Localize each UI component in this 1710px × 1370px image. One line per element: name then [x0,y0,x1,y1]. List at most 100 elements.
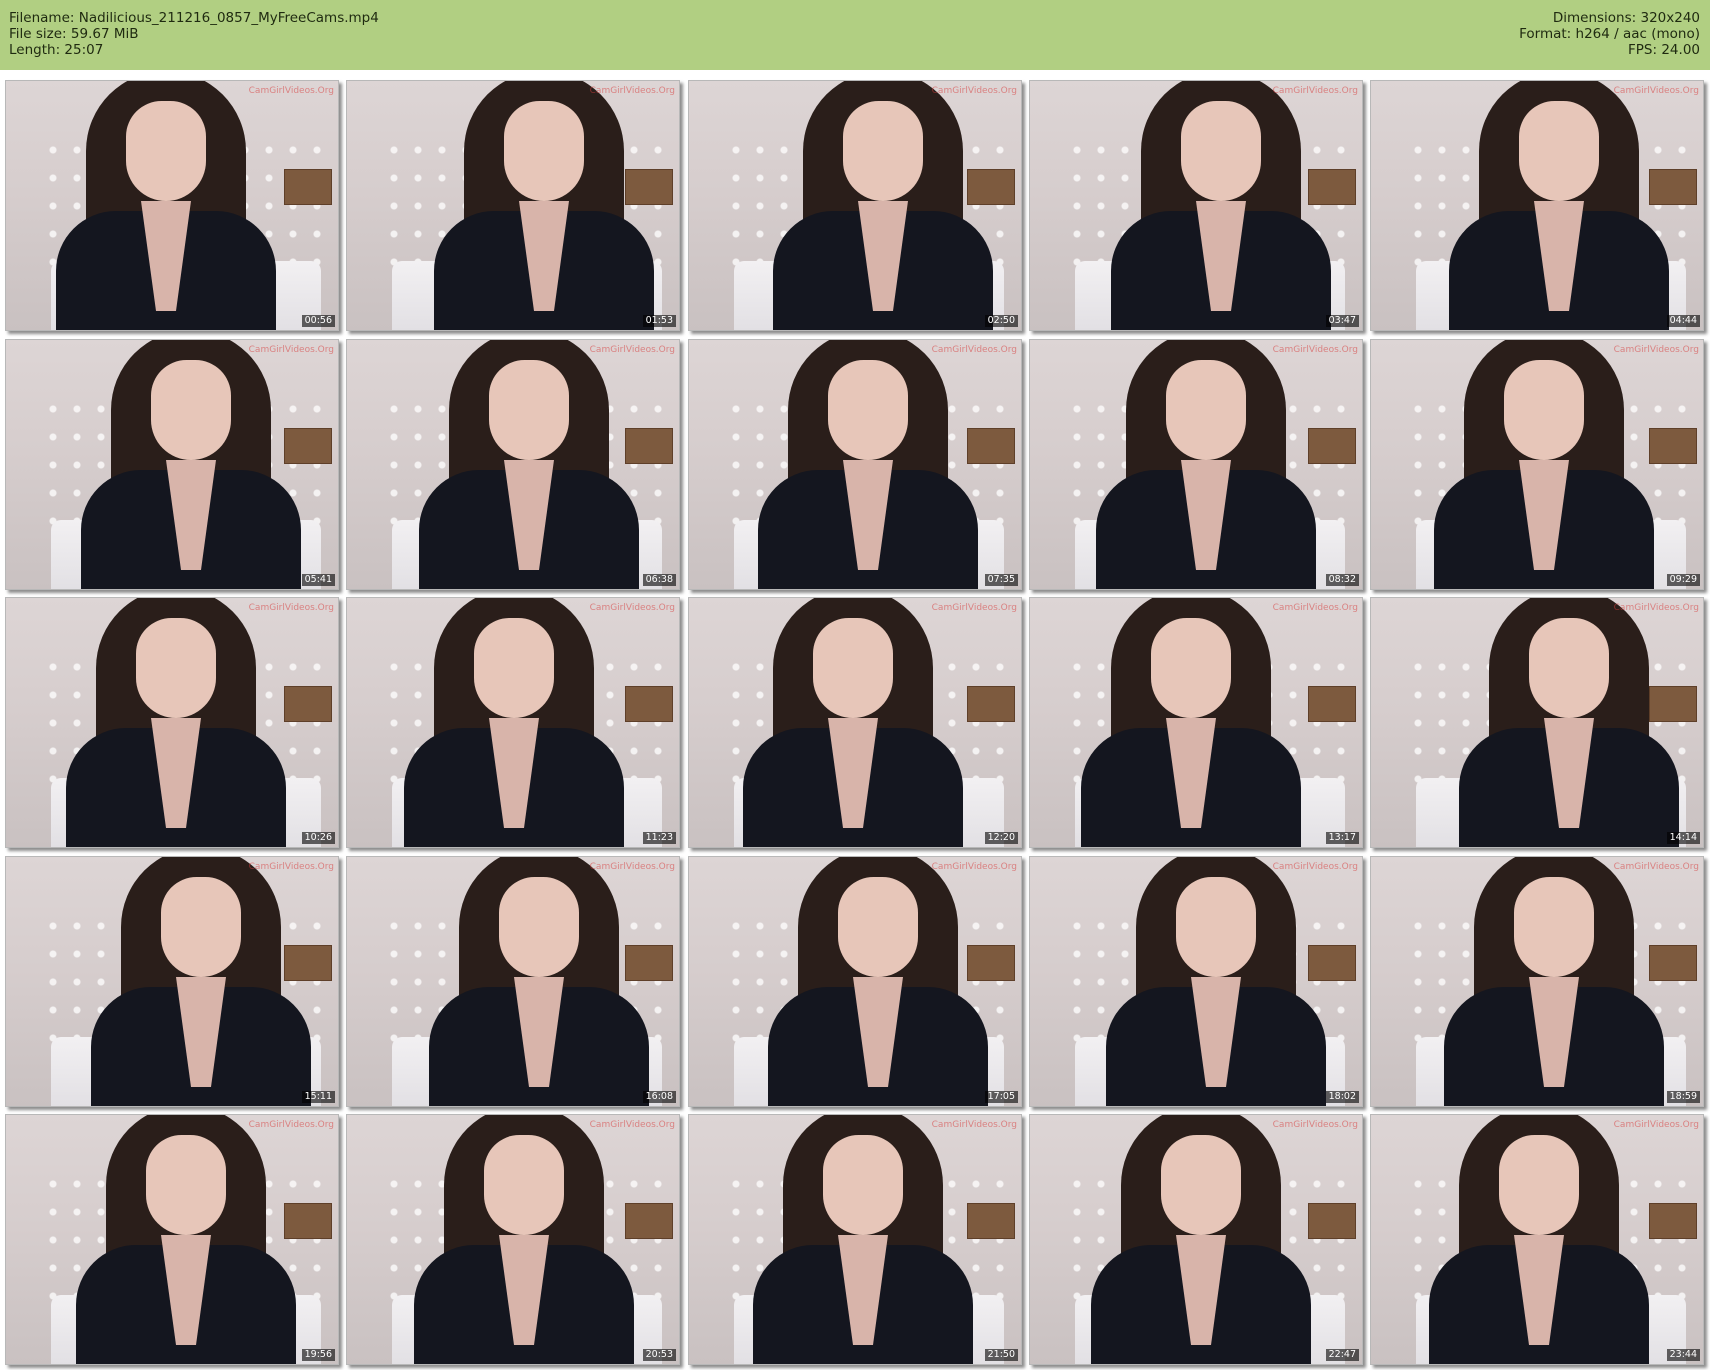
video-frame-thumbnail: CamGirlVideos.Org 05:41 [5,339,339,590]
video-frame-thumbnail: CamGirlVideos.Org 07:35 [688,339,1022,590]
face-shape [1499,1135,1579,1235]
frame-timestamp: 17:05 [984,1091,1018,1103]
watermark: CamGirlVideos.Org [589,862,675,872]
frame-timestamp: 11:23 [642,832,676,844]
filesize-text: File size: 59.67 MiB [9,26,139,42]
frame-timestamp: 03:47 [1325,315,1359,327]
person-figure [773,81,993,330]
wall-sign [1308,1203,1356,1239]
person-figure [758,340,978,589]
watermark: CamGirlVideos.Org [931,603,1017,613]
face-shape [1176,877,1256,977]
person-figure [414,1115,634,1364]
face-shape [489,360,569,460]
watermark: CamGirlVideos.Org [1613,345,1699,355]
wall-sign [284,428,332,464]
face-shape [823,1135,903,1235]
frame-timestamp: 19:56 [301,1349,335,1361]
person-figure [1444,857,1664,1106]
length-text: Length: 25:07 [9,42,104,58]
video-frame-thumbnail: CamGirlVideos.Org 17:05 [688,856,1022,1107]
person-figure [429,857,649,1106]
face-shape [136,618,216,718]
frame-timestamp: 18:59 [1666,1091,1700,1103]
face-shape [843,101,923,201]
video-frame-thumbnail: CamGirlVideos.Org 08:32 [1029,339,1363,590]
watermark: CamGirlVideos.Org [589,86,675,96]
wall-sign [967,686,1015,722]
info-header: Filename: Nadilicious_211216_0857_MyFree… [0,0,1710,70]
watermark: CamGirlVideos.Org [1272,603,1358,613]
format-text: Format: h264 / aac (mono) [1519,26,1700,42]
video-frame-thumbnail: CamGirlVideos.Org 06:38 [346,339,680,590]
video-frame-thumbnail: CamGirlVideos.Org 19:56 [5,1114,339,1365]
frame-timestamp: 23:44 [1666,1349,1700,1361]
frame-timestamp: 18:02 [1325,1091,1359,1103]
watermark: CamGirlVideos.Org [931,1120,1017,1130]
video-frame-thumbnail: CamGirlVideos.Org 18:59 [1370,856,1704,1107]
person-figure [91,857,311,1106]
frame-timestamp: 14:14 [1666,832,1700,844]
watermark: CamGirlVideos.Org [1613,86,1699,96]
video-frame-thumbnail: CamGirlVideos.Org 00:56 [5,80,339,331]
video-frame-thumbnail: CamGirlVideos.Org 20:53 [346,1114,680,1365]
face-shape [1181,101,1261,201]
face-shape [151,360,231,460]
frame-timestamp: 00:56 [301,315,335,327]
frame-timestamp: 21:50 [984,1349,1018,1361]
person-figure [56,81,276,330]
wall-sign [284,686,332,722]
face-shape [838,877,918,977]
video-frame-thumbnail: CamGirlVideos.Org 21:50 [688,1114,1022,1365]
face-shape [1151,618,1231,718]
video-frame-thumbnail: CamGirlVideos.Org 11:23 [346,597,680,848]
face-shape [504,101,584,201]
video-frame-thumbnail: CamGirlVideos.Org 15:11 [5,856,339,1107]
face-shape [1514,877,1594,977]
person-figure [1106,857,1326,1106]
video-frame-thumbnail: CamGirlVideos.Org 22:47 [1029,1114,1363,1365]
watermark: CamGirlVideos.Org [589,345,675,355]
video-frame-thumbnail: CamGirlVideos.Org 18:02 [1029,856,1363,1107]
face-shape [474,618,554,718]
frame-timestamp: 04:44 [1666,315,1700,327]
wall-sign [284,1203,332,1239]
face-shape [146,1135,226,1235]
face-shape [828,360,908,460]
face-shape [1161,1135,1241,1235]
face-shape [499,877,579,977]
video-frame-thumbnail: CamGirlVideos.Org 13:17 [1029,597,1363,848]
frame-timestamp: 10:26 [301,832,335,844]
frame-timestamp: 07:35 [984,574,1018,586]
face-shape [1529,618,1609,718]
wall-sign [1308,686,1356,722]
watermark: CamGirlVideos.Org [1272,1120,1358,1130]
video-frame-thumbnail: CamGirlVideos.Org 12:20 [688,597,1022,848]
face-shape [161,877,241,977]
person-figure [1096,340,1316,589]
frame-timestamp: 12:20 [984,832,1018,844]
frame-timestamp: 06:38 [642,574,676,586]
person-figure [1111,81,1331,330]
watermark: CamGirlVideos.Org [1613,1120,1699,1130]
frame-timestamp: 13:17 [1325,832,1359,844]
person-figure [1429,1115,1649,1364]
watermark: CamGirlVideos.Org [931,862,1017,872]
person-figure [743,598,963,847]
face-shape [813,618,893,718]
person-figure [81,340,301,589]
frame-timestamp: 22:47 [1325,1349,1359,1361]
face-shape [484,1135,564,1235]
person-figure [434,81,654,330]
wall-sign [1649,945,1697,981]
frame-timestamp: 01:53 [642,315,676,327]
wall-sign [967,428,1015,464]
wall-sign [967,1203,1015,1239]
watermark: CamGirlVideos.Org [248,345,334,355]
watermark: CamGirlVideos.Org [589,603,675,613]
watermark: CamGirlVideos.Org [1272,86,1358,96]
video-frame-thumbnail: CamGirlVideos.Org 10:26 [5,597,339,848]
video-frame-thumbnail: CamGirlVideos.Org 03:47 [1029,80,1363,331]
face-shape [1166,360,1246,460]
video-frame-thumbnail: CamGirlVideos.Org 14:14 [1370,597,1704,848]
